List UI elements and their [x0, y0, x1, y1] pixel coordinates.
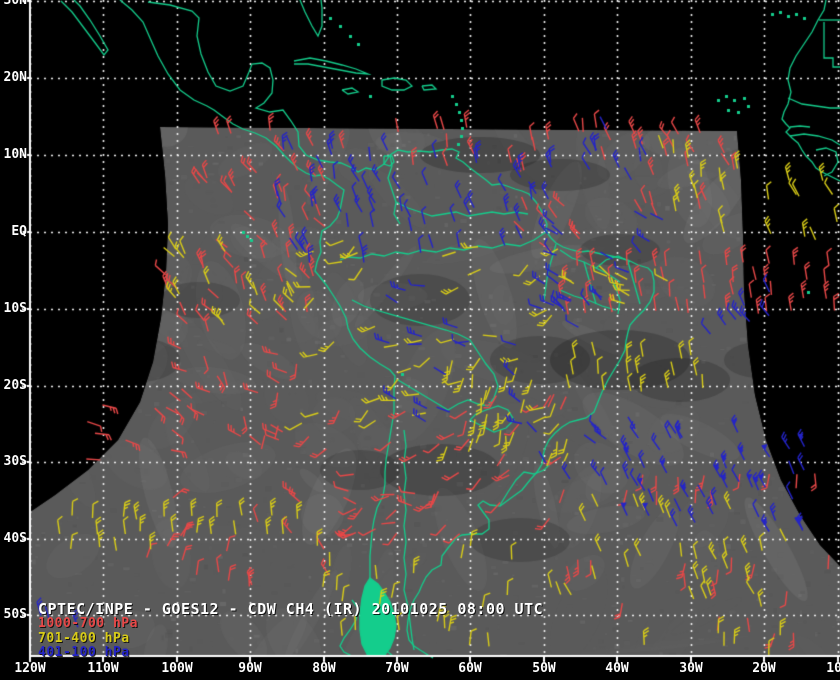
lon-label-10W: 10W [826, 661, 840, 676]
lon-label-50W: 50W [532, 661, 556, 676]
lat-label-20N: 20N [3, 70, 27, 85]
lon-label-40W: 40W [605, 661, 629, 676]
lat-label-EQ: EQ [11, 224, 27, 239]
lon-label-20W: 20W [752, 661, 776, 676]
lon-label-70W: 70W [385, 661, 409, 676]
lat-label-10S: 10S [3, 301, 27, 316]
lon-label-120W: 120W [14, 661, 46, 676]
legend-item-mid: 701-400 hPa [38, 630, 130, 646]
lon-label-110W: 110W [87, 661, 119, 676]
lon-label-80W: 80W [312, 661, 336, 676]
lat-label-10N: 10N [3, 147, 27, 162]
lon-label-90W: 90W [238, 661, 262, 676]
lon-label-30W: 30W [679, 661, 703, 676]
satellite-wind-map-canvas [0, 0, 840, 680]
goes-cdw-map-page: { "title": {"text": "CPTEC/INPE - GOES12… [0, 0, 840, 680]
lat-label-40S: 40S [3, 531, 27, 546]
lat-label-30S: 30S [3, 454, 27, 469]
lon-label-60W: 60W [458, 661, 482, 676]
lat-label-30N: 30N [3, 0, 27, 8]
lat-label-20S: 20S [3, 378, 27, 393]
lat-label-50S: 50S [3, 607, 27, 622]
lon-label-100W: 100W [161, 661, 193, 676]
legend-item-low: 1000-700 hPa [38, 616, 138, 631]
legend-item-high: 401-100 hPa [38, 645, 130, 661]
